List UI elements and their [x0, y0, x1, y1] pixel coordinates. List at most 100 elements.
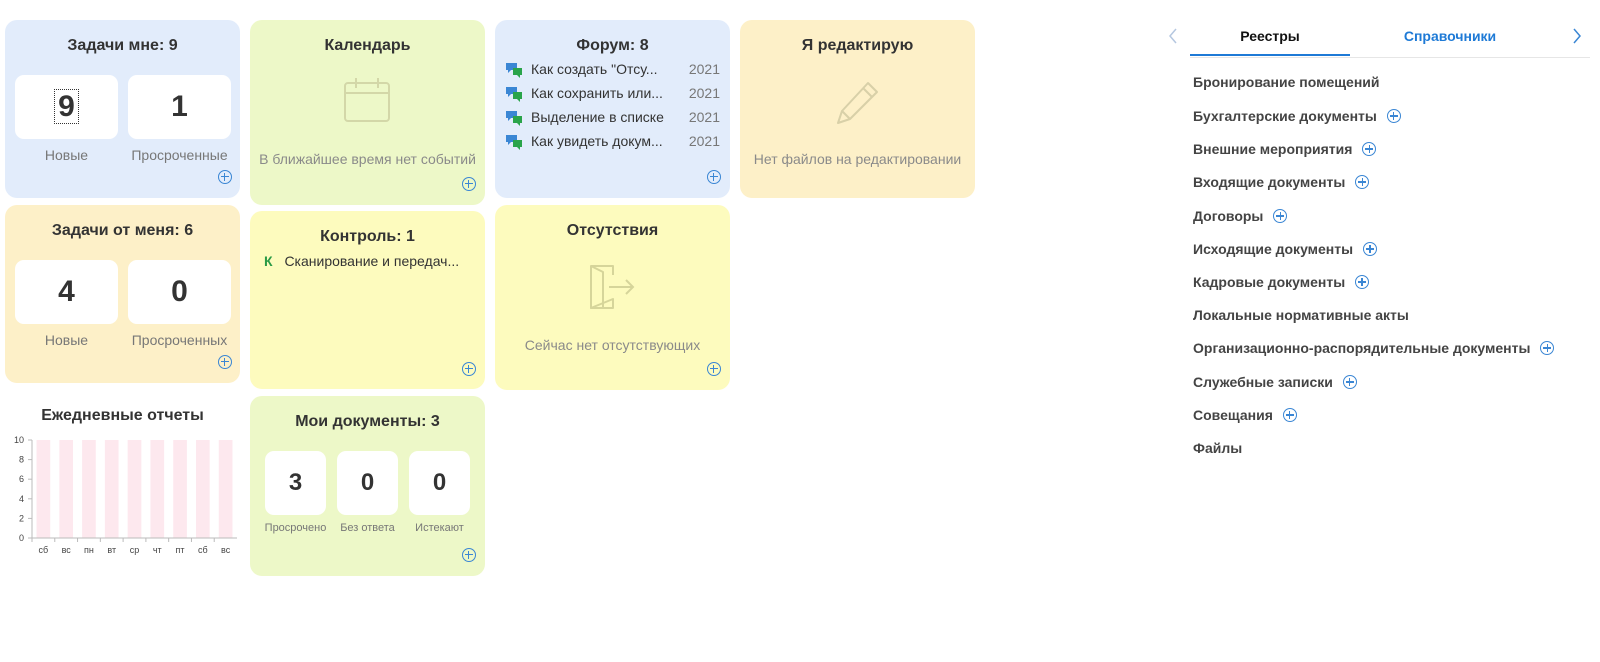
- my-documents-expiring-count[interactable]: 0: [409, 451, 470, 515]
- tasks-from-me-title[interactable]: Задачи от меня: 6: [5, 222, 240, 240]
- registry-item[interactable]: Входящие документы: [1193, 174, 1370, 190]
- control-item-text: Сканирование и передач...: [284, 253, 460, 269]
- forum-topic-year: 2021: [688, 61, 720, 77]
- calendar-empty-text: В ближайшее время нет событий: [259, 151, 476, 167]
- absences-add-icon[interactable]: [707, 362, 721, 376]
- editing-empty-text: Нет файлов на редактировании: [753, 151, 962, 167]
- daily-reports-chart: 0 2 4 6 8 10 сб вс пн вт ср чт пт сб вс: [14, 435, 237, 555]
- forum-add-icon[interactable]: [707, 170, 721, 184]
- forum-topic-row[interactable]: Как создать "Отсу... 2021: [505, 60, 720, 80]
- registry-add-icon[interactable]: [1363, 242, 1378, 257]
- chart-bar: [218, 440, 233, 538]
- forum-topic-title: Выделение в списке: [531, 109, 664, 125]
- daily-reports-title[interactable]: Ежедневные отчеты: [5, 407, 240, 425]
- tasks-from-me-add-icon[interactable]: [218, 355, 232, 369]
- registry-item-label: Файлы: [1193, 440, 1243, 456]
- my-documents-expiring-label: Истекают: [415, 522, 464, 534]
- registry-item[interactable]: Организационно-распорядительные документ…: [1193, 340, 1555, 356]
- tasks-to-me-add-icon[interactable]: [218, 170, 232, 184]
- tasks-to-me-overdue-label: Просроченные: [131, 147, 228, 163]
- tab-registries-underline: [1190, 54, 1350, 56]
- exit-door-icon: [590, 265, 635, 309]
- forum-topic-row[interactable]: Выделение в списке 2021: [505, 108, 720, 128]
- registry-tabs: Реестры Справочники: [1169, 22, 1590, 58]
- registry-item[interactable]: Кадровые документы: [1193, 274, 1370, 290]
- tasks-from-me-card: Задачи от меня: 6 4 0 Новые Просроченных: [5, 205, 240, 383]
- registry-add-icon[interactable]: [1282, 408, 1297, 423]
- registry-item[interactable]: Бухгалтерские документы: [1193, 108, 1401, 124]
- registry-item-label: Входящие документы: [1193, 174, 1346, 190]
- registry-add-icon[interactable]: [1273, 209, 1288, 224]
- registry-item[interactable]: Локальные нормативные акты: [1193, 307, 1409, 323]
- tasks-to-me-overdue-count[interactable]: 1: [128, 75, 231, 139]
- tasks-from-me-overdue-count[interactable]: 0: [128, 260, 231, 324]
- my-documents-unanswered-label: Без ответа: [340, 522, 395, 534]
- registry-add-icon[interactable]: [1355, 275, 1370, 290]
- tab-registries[interactable]: Реестры: [1190, 28, 1350, 44]
- my-documents-add-icon[interactable]: [462, 548, 476, 562]
- my-documents-unanswered-count[interactable]: 0: [337, 451, 398, 515]
- chart-bar: [104, 440, 119, 538]
- calendar-add-icon[interactable]: [462, 177, 476, 191]
- forum-topic-row[interactable]: Как сохранить или... 2021: [505, 84, 720, 104]
- chart-y-tick-label: 4: [19, 494, 24, 504]
- registry-add-icon[interactable]: [1540, 341, 1555, 356]
- my-documents-card: Мои документы: 3 3 0 0 Просрочено Без от…: [250, 396, 485, 576]
- calendar-card: Календарь В ближайшее время нет событий: [250, 20, 485, 205]
- my-documents-title[interactable]: Мои документы: 3: [250, 413, 485, 431]
- chart-x-tick-label: вт: [107, 545, 116, 555]
- registry-item-label: Совещания: [1193, 407, 1273, 423]
- registry-add-icon[interactable]: [1355, 175, 1370, 190]
- editing-card: Я редактирую Нет файлов на редактировани…: [740, 20, 975, 198]
- forum-topic-row[interactable]: Как увидеть докум... 2021: [505, 132, 720, 152]
- tab-references[interactable]: Справочники: [1370, 28, 1530, 44]
- chart-y-tick-label: 6: [19, 474, 24, 484]
- chart-y-tick-label: 0: [19, 533, 24, 543]
- forum-topic-year: 2021: [688, 85, 720, 101]
- calendar-icon: [344, 78, 390, 122]
- registry-item[interactable]: Бронирование помещений: [1193, 74, 1380, 90]
- tasks-from-me-new-count[interactable]: 4: [15, 260, 118, 324]
- tasks-to-me-title[interactable]: Задачи мне: 9: [5, 37, 240, 55]
- registry-item-label: Организационно-распорядительные документ…: [1193, 340, 1531, 356]
- registry-item-label: Бронирование помещений: [1193, 74, 1380, 90]
- tasks-from-me-new-label: Новые: [44, 332, 89, 348]
- my-documents-overdue-count[interactable]: 3: [265, 451, 326, 515]
- chevron-left-icon[interactable]: [1168, 28, 1178, 44]
- registry-item[interactable]: Совещания: [1193, 407, 1297, 423]
- tasks-to-me-new-count[interactable]: 9: [15, 75, 118, 139]
- forum-topic-year: 2021: [688, 109, 720, 125]
- registry-item[interactable]: Файлы: [1193, 440, 1242, 456]
- control-title[interactable]: Контроль: 1: [250, 228, 485, 246]
- chevron-right-icon[interactable]: [1572, 28, 1582, 44]
- registry-add-icon[interactable]: [1386, 109, 1401, 124]
- registry-add-icon[interactable]: [1342, 375, 1357, 390]
- registry-item[interactable]: Внешние мероприятия: [1193, 141, 1377, 157]
- registry-item[interactable]: Исходящие документы: [1193, 241, 1378, 257]
- forum-topic-year: 2021: [688, 133, 720, 149]
- my-documents-overdue-label: Просрочено: [264, 522, 327, 534]
- chart-x-tick-label: вс: [62, 545, 72, 555]
- registry-item[interactable]: Служебные записки: [1193, 374, 1357, 390]
- chart-bar: [82, 440, 96, 538]
- control-item[interactable]: К Сканирование и передач...: [264, 253, 459, 269]
- control-add-icon[interactable]: [462, 362, 476, 376]
- chart-bar: [36, 440, 51, 538]
- chat-bubble-icon: [506, 135, 522, 150]
- registry-item[interactable]: Договоры: [1193, 208, 1288, 224]
- registry-add-icon[interactable]: [1362, 142, 1377, 157]
- chart-x-tick-label: пт: [176, 545, 185, 555]
- chart-x-tick-label: сб: [39, 545, 49, 555]
- forum-topic-title: Как сохранить или...: [531, 85, 663, 101]
- calendar-title[interactable]: Календарь: [250, 37, 485, 55]
- forum-topic-title: Как увидеть докум...: [531, 133, 663, 149]
- absences-card: Отсутствия Сейчас нет отсутствующих: [495, 205, 730, 390]
- tasks-from-me-overdue-label: Просроченных: [131, 332, 228, 348]
- chart-x-tick-label: сб: [198, 545, 208, 555]
- chart-y-tick-label: 2: [19, 513, 24, 523]
- chat-bubble-icon: [506, 63, 522, 78]
- chart-bar: [150, 440, 165, 538]
- forum-title[interactable]: Форум: 8: [495, 37, 730, 55]
- editing-title[interactable]: Я редактирую: [740, 37, 975, 55]
- absences-title[interactable]: Отсутствия: [495, 222, 730, 240]
